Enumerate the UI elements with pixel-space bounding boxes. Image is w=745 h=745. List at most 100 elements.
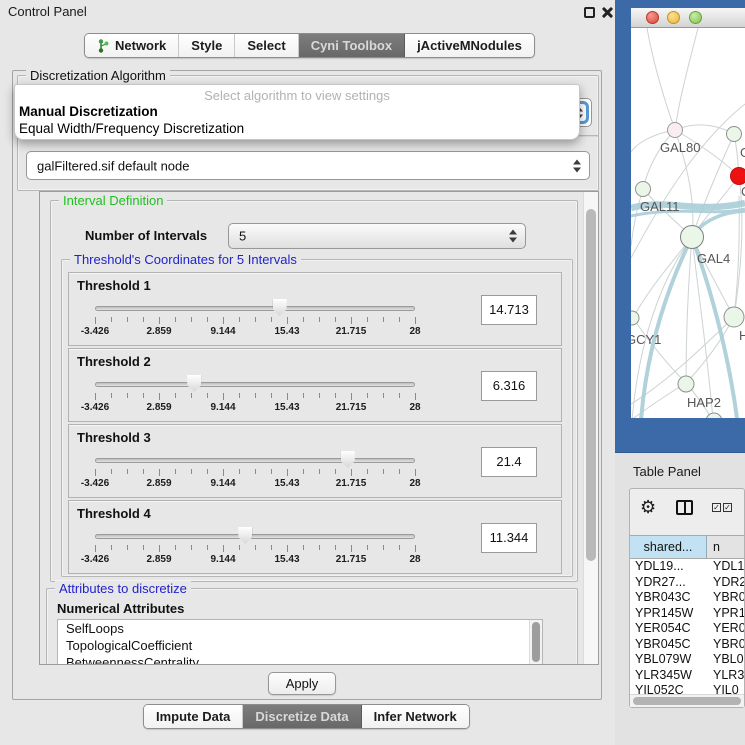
attribute-list-item[interactable]: TopologicalCoefficient [58,637,542,654]
cell-shared-name[interactable]: YBR045C [630,637,707,653]
horizontal-scrollbar[interactable] [630,694,744,707]
cell-shared-name[interactable]: YLR345W [630,668,707,684]
cell-name[interactable]: YPR1 [707,606,744,622]
table-row[interactable]: YLR345WYLR3 [630,668,744,684]
table-row[interactable]: YBL079WYBL0 [630,652,744,668]
float-window-icon[interactable] [584,7,595,18]
threshold-slider[interactable]: -3.4262.8599.14415.4321.71528 [87,375,423,421]
edge[interactable] [675,125,734,134]
list-scrollbar[interactable] [529,620,542,665]
mac-zoom-button[interactable] [689,11,702,24]
column-layout-icon[interactable] [676,500,693,515]
threshold-value-field[interactable]: 11.344 [481,523,537,553]
threshold-slider[interactable]: -3.4262.8599.14415.4321.71528 [87,527,423,573]
number-of-intervals-spinner[interactable]: 5 [228,223,526,249]
dropdown-option-equal-width-frequency[interactable]: Equal Width/Frequency Discretization [15,120,579,137]
tick-label: 15.43 [274,478,299,489]
slider-track[interactable] [95,458,415,463]
slider-thumb[interactable] [341,451,355,468]
network-node[interactable] [636,182,651,197]
horizontal-scrollbar-thumb[interactable] [633,697,741,705]
network-canvas[interactable]: GAL80GCGAL11GAL4GCY1HHAP2 [631,28,745,418]
threshold-value-field[interactable]: 6.316 [481,371,537,401]
table-row[interactable]: YER054CYER0 [630,621,744,637]
tab-style[interactable]: Style [179,34,235,57]
edge[interactable] [633,318,686,383]
control-panel: Control Panel Network Style Select Cyni … [0,0,615,745]
threshold-label: Threshold 3 [77,430,151,445]
slider-track[interactable] [95,382,415,387]
threshold-slider[interactable]: -3.4262.8599.14415.4321.71528 [87,451,423,497]
threshold-panel-4: Threshold 4-3.4262.8599.14415.4321.71528… [68,500,562,574]
cell-name[interactable]: YBR0 [707,637,744,653]
table-data-combobox[interactable]: galFiltered.sif default node [26,151,590,180]
vertical-scrollbar-thumb[interactable] [586,209,596,561]
slider-track[interactable] [95,306,415,311]
slider-track[interactable] [95,534,415,539]
major-tick [415,317,416,324]
minor-tick [335,469,336,474]
gear-icon[interactable]: ⚙ [640,497,656,518]
mac-minimize-button[interactable] [667,11,680,24]
cell-shared-name[interactable]: YBR043C [630,590,707,606]
major-tick [415,469,416,476]
threshold-value-field[interactable]: 14.713 [481,295,537,325]
cell-shared-name[interactable]: YDL19... [630,559,707,575]
cell-name[interactable]: YBL0 [707,652,744,668]
table-row[interactable]: YDR27...YDR2 [630,575,744,591]
slider-thumb[interactable] [238,527,252,544]
group-title: Attributes to discretize [55,581,191,596]
tab-cyni-toolbox[interactable]: Cyni Toolbox [299,34,405,57]
slider-thumb[interactable] [187,375,201,392]
column-header-shared-name[interactable]: shared... [630,536,707,558]
cell-name[interactable]: YDR2 [707,575,744,591]
network-node[interactable] [724,307,744,327]
cell-name[interactable]: YDL1 [707,559,744,575]
edge[interactable] [647,28,675,130]
tab-select[interactable]: Select [235,34,298,57]
network-node[interactable] [678,376,694,392]
slider-thumb[interactable] [273,299,287,316]
network-node[interactable] [668,123,683,138]
cell-name[interactable]: YBR0 [707,590,744,606]
table-row[interactable]: YBR045CYBR0 [630,637,744,653]
edge[interactable] [631,383,686,418]
edge[interactable] [675,28,698,130]
tick-label: -3.426 [81,478,109,489]
node-label: GAL11 [640,199,680,214]
close-icon[interactable] [601,7,612,18]
table-row[interactable]: YPR145WYPR1 [630,606,744,622]
tab-discretize-data[interactable]: Discretize Data [243,705,361,728]
tab-network[interactable]: Network [85,34,179,57]
threshold-value-field[interactable]: 21.4 [481,447,537,477]
tab-jactivemnodules[interactable]: jActiveMNodules [405,34,534,57]
network-node[interactable] [727,127,742,142]
vertical-scrollbar[interactable] [583,192,598,664]
network-node[interactable] [631,311,639,325]
edge[interactable] [631,189,643,246]
major-tick [95,317,96,324]
dropdown-option-manual-discretization[interactable]: Manual Discretization [15,103,579,120]
tab-label: Network [115,38,166,53]
cell-shared-name[interactable]: YER054C [630,621,707,637]
tab-infer-network[interactable]: Infer Network [362,705,469,728]
network-node[interactable] [731,168,745,185]
attribute-list-item[interactable]: SelfLoops [58,620,542,637]
list-scrollbar-thumb[interactable] [532,622,540,662]
cell-name[interactable]: YLR3 [707,668,744,684]
threshold-slider[interactable]: -3.4262.8599.14415.4321.71528 [87,299,423,345]
cell-shared-name[interactable]: YPR145W [630,606,707,622]
mac-close-button[interactable] [646,11,659,24]
table-row[interactable]: YBR043CYBR0 [630,590,744,606]
table-row[interactable]: YDL19...YDL1 [630,559,744,575]
apply-button[interactable]: Apply [268,672,336,695]
select-columns-icon[interactable]: ✓ ✓ [712,503,732,512]
column-header-name[interactable]: n [707,536,744,558]
numerical-attributes-list: SelfLoopsTopologicalCoefficientBetweenne… [57,619,543,665]
cell-shared-name[interactable]: YBL079W [630,652,707,668]
cell-name[interactable]: YER0 [707,621,744,637]
cell-shared-name[interactable]: YDR27... [630,575,707,591]
attribute-list-item[interactable]: BetweennessCentrality [58,654,542,665]
tab-impute-data[interactable]: Impute Data [144,705,243,728]
network-node[interactable] [681,226,704,249]
